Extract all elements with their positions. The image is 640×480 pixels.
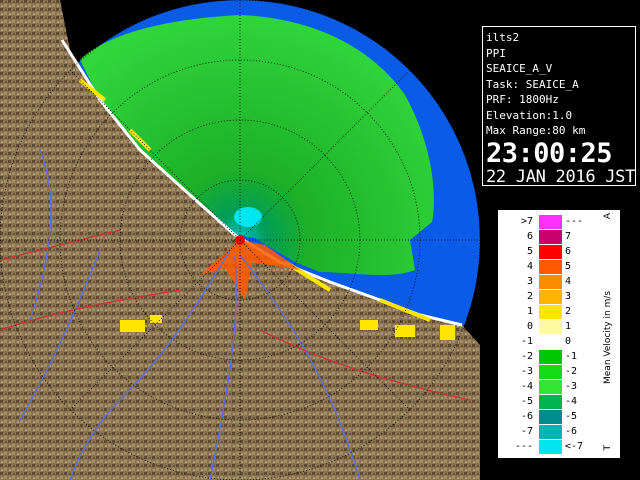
- legend-row: 56: [503, 245, 603, 259]
- legend-upper-bound: 5: [565, 261, 572, 272]
- legend-swatch: [539, 260, 562, 274]
- legend-row: 45: [503, 260, 603, 274]
- legend-row: 23: [503, 290, 603, 304]
- velocity-legend: >7 --- 6 7 5 6 4 5 3 4 2 3 1 2 0 1 -1 0 -2 -1 -3 -2 -4 -3 -5 -4 -6…: [498, 210, 620, 458]
- legend-swatch: [539, 380, 562, 394]
- elevation-value: Elevation:1.0: [486, 108, 573, 122]
- legend-swatch: [539, 305, 562, 319]
- max-range-value: Max Range:80 km: [486, 124, 586, 137]
- scan-name: SEAICE_A_V: [486, 62, 553, 75]
- scan-info-box: ilts2 PPI SEAICE_A_V Task: SEAICE_A PRF:…: [482, 26, 636, 186]
- legend-upper-bound: -3: [565, 381, 578, 392]
- legend-upper-bound: <-7: [565, 441, 584, 452]
- legend-upper-bound: ---: [565, 216, 584, 227]
- side-panel: ilts2 PPI SEAICE_A_V Task: SEAICE_A PRF:…: [480, 0, 640, 480]
- legend-upper-bound: 6: [565, 246, 572, 257]
- legend-lower-bound: -4: [520, 381, 533, 392]
- legend-lower-bound: -1: [520, 336, 533, 347]
- radar-ppi-map[interactable]: [0, 0, 480, 480]
- legend-row: 67: [503, 230, 603, 244]
- echo-cyan-spot: [234, 207, 262, 227]
- legend-lower-bound: 5: [526, 246, 533, 257]
- legend-swatch: [539, 335, 562, 349]
- legend-title: Mean Velocity in m/s: [603, 290, 613, 384]
- legend-lower-bound: 3: [526, 276, 533, 287]
- product-type: PPI: [486, 46, 506, 60]
- legend-upper-bound: -6: [565, 426, 578, 437]
- legend-row: --- <-7: [503, 440, 603, 454]
- legend-lower-bound: 6: [526, 231, 533, 242]
- legend-row: 34: [503, 275, 603, 289]
- legend-upper-bound: 2: [565, 306, 572, 317]
- legend-row: 12: [503, 305, 603, 319]
- legend-swatch: [539, 215, 562, 229]
- legend-corner-top: A: [603, 213, 613, 220]
- legend-swatch: [539, 275, 562, 289]
- legend-swatch: [539, 410, 562, 424]
- legend-upper-bound: -5: [565, 411, 578, 422]
- legend-upper-bound: 1: [565, 321, 572, 332]
- legend-swatch: [539, 425, 562, 439]
- legend-swatch: [539, 365, 562, 379]
- legend-lower-bound: -7: [520, 426, 533, 437]
- legend-lower-bound: -5: [520, 396, 533, 407]
- legend-swatch: [539, 245, 562, 259]
- legend-row: >7 ---: [503, 215, 603, 229]
- legend-lower-bound: 4: [526, 261, 533, 272]
- legend-lower-bound: 0: [526, 321, 533, 332]
- legend-lower-bound: 1: [526, 306, 533, 317]
- legend-row: -7 -6: [503, 425, 603, 439]
- legend-row: -5 -4: [503, 395, 603, 409]
- legend-lower-bound: ---: [514, 441, 533, 452]
- prf-value: PRF: 1800Hz: [486, 93, 559, 106]
- legend-upper-bound: 4: [565, 276, 572, 287]
- legend-swatch: [539, 290, 562, 304]
- legend-upper-bound: -2: [565, 366, 578, 377]
- legend-swatch: [539, 320, 562, 334]
- legend-row: -6 -5: [503, 410, 603, 424]
- legend-upper-bound: -4: [565, 396, 578, 407]
- legend-lower-bound: 2: [526, 291, 533, 302]
- legend-lower-bound: -2: [520, 351, 533, 362]
- legend-lower-bound: -3: [520, 366, 533, 377]
- legend-row: -2 -1: [503, 350, 603, 364]
- legend-swatch: [539, 440, 562, 454]
- legend-row: -1 0: [503, 335, 603, 349]
- legend-upper-bound: 0: [565, 336, 572, 347]
- legend-upper-bound: 7: [565, 231, 572, 242]
- scan-date: 22 JAN 2016 JST: [486, 166, 636, 187]
- legend-row: -3 -2: [503, 365, 603, 379]
- legend-row: -4 -3: [503, 380, 603, 394]
- legend-row: 01: [503, 320, 603, 334]
- legend-corner-bottom: T: [603, 445, 613, 451]
- legend-upper-bound: -1: [565, 351, 578, 362]
- legend-swatch: [539, 350, 562, 364]
- task-name: Task: SEAICE_A: [486, 77, 579, 91]
- legend-swatch: [539, 395, 562, 409]
- site-name: ilts2: [486, 31, 520, 44]
- legend-lower-bound: -6: [520, 411, 533, 422]
- legend-lower-bound: >7: [520, 216, 533, 227]
- scan-time: 23:00:25: [486, 137, 613, 169]
- legend-swatch: [539, 230, 562, 244]
- legend-upper-bound: 3: [565, 291, 572, 302]
